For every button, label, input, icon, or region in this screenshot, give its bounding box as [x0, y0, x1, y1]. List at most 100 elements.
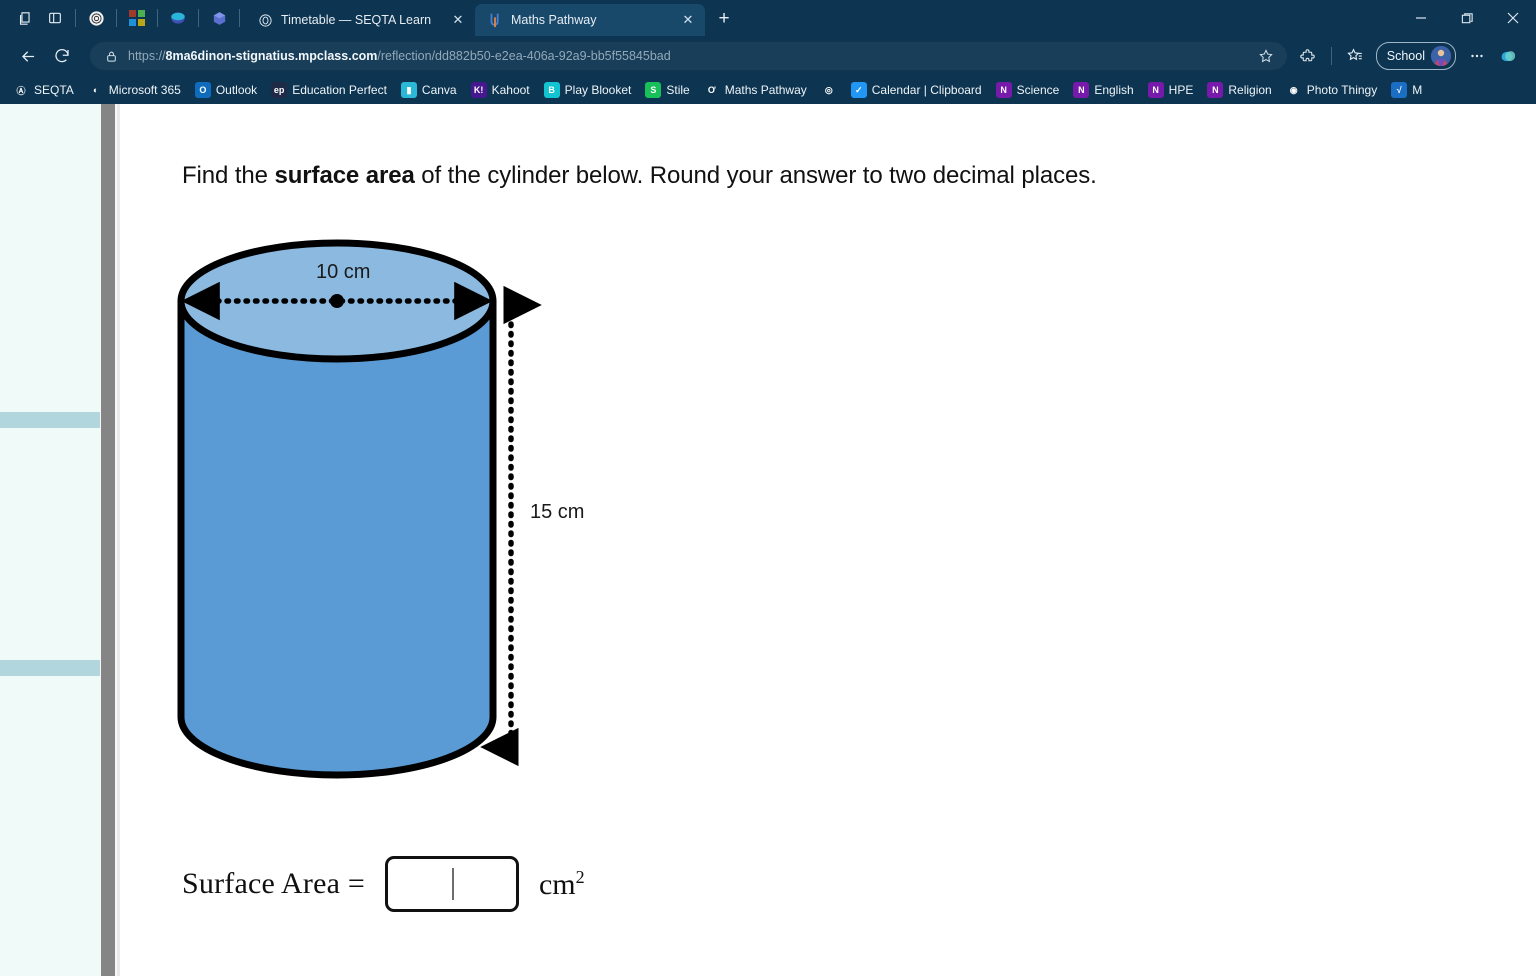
bookmark-item[interactable]: ◐ Microsoft 365: [81, 78, 188, 102]
bookmark-item[interactable]: N Religion: [1200, 78, 1278, 102]
cylinder-body: [177, 297, 497, 779]
page-viewport: s Find the surface area of the cylinder …: [0, 104, 1536, 976]
diameter-label: 10 cm: [316, 261, 371, 283]
minimize-button[interactable]: [1398, 0, 1444, 36]
avatar: [1431, 46, 1451, 66]
question-text-after: of the cylinder below. Round your answer…: [414, 162, 1097, 189]
answer-row: Surface Area = cm2: [182, 856, 585, 912]
outlook-icon: O: [194, 82, 211, 98]
cylinder-figure: 10 cm 15 cm: [175, 219, 675, 829]
bookmark-item[interactable]: Ⓐ SEQTA: [6, 78, 81, 102]
window-controls: [1398, 0, 1536, 36]
bookmark-label: Calendar | Clipboard: [871, 83, 982, 97]
sidebar-divider: [0, 660, 100, 676]
profile-button[interactable]: School: [1375, 42, 1456, 70]
url-path: /reflection/dd882b50-e2ea-406a-92a9-bb5f…: [377, 49, 671, 63]
back-button[interactable]: [12, 40, 44, 72]
tab-strip: Timetable — SEQTA Learn ✕ Maths Pathway …: [0, 0, 1536, 36]
edge-drop-icon[interactable]: [163, 3, 193, 33]
close-button[interactable]: [1490, 0, 1536, 36]
copilot-icon[interactable]: [1494, 41, 1524, 71]
close-icon[interactable]: ✕: [449, 11, 467, 29]
url-host: 8ma6dinon-stignatius.mpclass.com: [165, 49, 378, 63]
bookmark-item[interactable]: ◉ Photo Thingy: [1279, 78, 1385, 102]
extensions-icon[interactable]: [1293, 41, 1323, 71]
restore-button[interactable]: [1444, 0, 1490, 36]
toolbar-actions: School: [1293, 41, 1524, 71]
education-perfect-icon: ep: [271, 82, 288, 98]
bookmark-item[interactable]: O Outlook: [188, 78, 264, 102]
bookmark-item[interactable]: ep Education Perfect: [264, 78, 394, 102]
address-bar: https://8ma6dinon-stignatius.mpclass.com…: [0, 36, 1536, 76]
browser-tab[interactable]: Timetable — SEQTA Learn ✕: [245, 4, 475, 36]
question-content: Find the surface area of the cylinder be…: [120, 104, 1536, 976]
onenote-icon: N: [1207, 82, 1224, 98]
bookmark-item[interactable]: √ M: [1384, 78, 1429, 102]
onenote-icon: N: [1147, 82, 1164, 98]
kahoot-icon: K!: [470, 82, 487, 98]
bookmark-item[interactable]: S Stile: [638, 78, 696, 102]
bookmark-item[interactable]: N English: [1066, 78, 1140, 102]
bookmark-label: Outlook: [215, 83, 258, 97]
sidebar-card[interactable]: [0, 428, 100, 660]
refresh-button[interactable]: [46, 40, 78, 72]
seqta-icon: [257, 12, 273, 28]
bookmark-label: Canva: [421, 83, 457, 97]
split-screen-icon[interactable]: [40, 3, 70, 33]
browser-window: Timetable — SEQTA Learn ✕ Maths Pathway …: [0, 0, 1536, 976]
bookmark-label: Photo Thingy: [1306, 83, 1378, 97]
bookmark-label: Maths Pathway: [724, 83, 807, 97]
bookmark-item[interactable]: K! Kahoot: [464, 78, 537, 102]
bookmark-item[interactable]: N HPE: [1141, 78, 1201, 102]
bookmark-label: M: [1412, 83, 1423, 97]
answer-input[interactable]: [384, 856, 519, 912]
bookmarks-bar: Ⓐ SEQTA ◐ Microsoft 365 O Outlook ep Education …: [0, 76, 1536, 104]
page-scrollbar-thumb[interactable]: [101, 104, 115, 976]
microsoft365-icon: ◐: [87, 82, 104, 98]
question-text-before: Find the: [182, 162, 275, 189]
answer-unit-exponent: 2: [575, 866, 585, 887]
favourite-icon[interactable]: [1253, 43, 1279, 69]
microsoft-icon[interactable]: [122, 3, 152, 33]
sidebar-card[interactable]: [0, 676, 100, 976]
answer-unit-base: cm: [538, 867, 576, 901]
browser-tab-active[interactable]: Maths Pathway ✕: [475, 4, 705, 36]
profile-label: School: [1386, 49, 1425, 63]
new-tab-button[interactable]: +: [709, 4, 739, 34]
bookmark-item[interactable]: Ơ Maths Pathway: [697, 78, 814, 102]
tabstrip-divider: [75, 9, 76, 27]
settings-more-button[interactable]: [1462, 41, 1492, 71]
bookmark-label: SEQTA: [34, 83, 74, 97]
bookmark-item[interactable]: N Science: [989, 78, 1067, 102]
sidebar-divider: [0, 412, 100, 428]
tabstrip-divider: [116, 9, 117, 27]
calendar-icon: ✓: [850, 82, 867, 98]
seqta-icon: Ⓐ: [13, 82, 29, 98]
cylinder-svg: [177, 239, 542, 779]
bookmark-item[interactable]: ✓ Calendar | Clipboard: [844, 78, 989, 102]
bookmark-item[interactable]: ▮ Canva: [394, 78, 464, 102]
sidebar-card[interactable]: [0, 104, 100, 412]
toolbar-divider: [1330, 47, 1332, 65]
canva-icon: ▮: [400, 82, 417, 98]
bookmark-label: Religion: [1228, 83, 1272, 97]
bookmark-item[interactable]: ◎: [814, 78, 844, 102]
photos-icon: ◉: [1285, 82, 1302, 98]
bookmark-item[interactable]: B Play Blooket: [537, 78, 639, 102]
tabstrip-divider: [198, 9, 199, 27]
tab-title: Maths Pathway: [511, 13, 597, 27]
url-bar[interactable]: https://8ma6dinon-stignatius.mpclass.com…: [90, 42, 1287, 70]
copilot-cube-icon[interactable]: [204, 3, 234, 33]
left-panel: s: [0, 104, 100, 976]
onenote-icon: N: [1073, 82, 1090, 98]
tab-title: Timetable — SEQTA Learn: [281, 13, 432, 27]
copilot-workspaces-icon[interactable]: [10, 3, 40, 33]
stile-icon: S: [645, 82, 662, 98]
collections-icon[interactable]: [1340, 41, 1370, 71]
bookmark-label: English: [1094, 83, 1134, 97]
chatgpt-icon[interactable]: [81, 3, 111, 33]
close-icon[interactable]: ✕: [679, 11, 697, 29]
tabstrip-divider: [239, 9, 240, 27]
text-caret: [451, 868, 454, 900]
tabstrip-leading-icons: [0, 0, 245, 36]
